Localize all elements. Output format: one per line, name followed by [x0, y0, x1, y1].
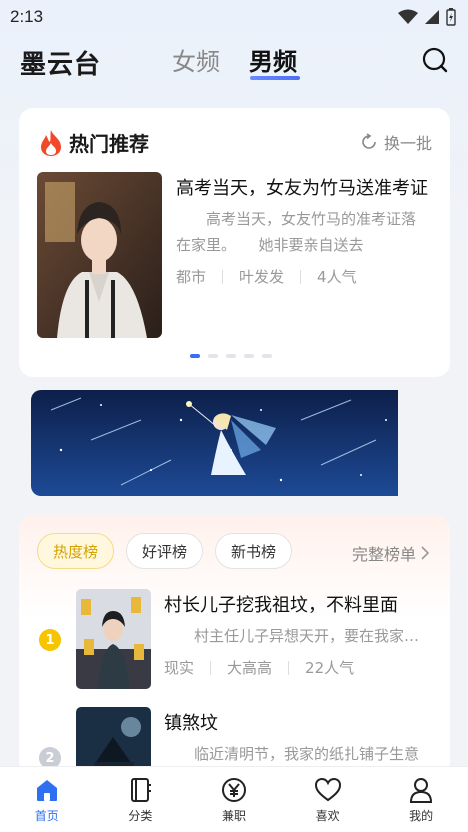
- carousel-dot: [190, 354, 200, 358]
- book-title[interactable]: 村长儿子挖我祖坟，不料里面: [164, 591, 426, 617]
- book-genre: 都市: [176, 268, 207, 286]
- ranking-item[interactable]: 1 村长儿子挖我祖坟，不料里面 村主任儿子异想天开，要在我家祖坟 现实 大高高 …: [19, 587, 450, 697]
- divider: [300, 269, 302, 284]
- wifi-icon: [398, 9, 418, 24]
- carousel-dot: [244, 354, 254, 358]
- divider: [210, 660, 212, 675]
- book-description: 村主任儿子异想天开，要在我家祖坟: [194, 627, 426, 645]
- status-time: 2:13: [10, 7, 44, 26]
- carousel-dot: [262, 354, 272, 358]
- book-author: 大高高: [227, 659, 273, 677]
- signal-icon: [425, 10, 439, 24]
- yen-icon: [221, 778, 246, 802]
- tab-good-rank[interactable]: 好评榜: [126, 533, 204, 569]
- active-tab-indicator: [250, 76, 300, 80]
- full-list-label: 完整榜单: [351, 545, 416, 564]
- nav-profile[interactable]: 我的: [374, 767, 468, 832]
- app-name: 墨云台: [20, 50, 102, 80]
- rank-number: 1: [39, 629, 61, 651]
- search-icon[interactable]: [421, 46, 449, 74]
- book-title[interactable]: 镇煞坟: [164, 709, 426, 735]
- ranking-tabs: 热度榜 好评榜 新书榜: [37, 533, 293, 569]
- carousel-dot: [226, 354, 236, 358]
- promo-banner[interactable]: [31, 390, 398, 496]
- hot-recommend-card: 热门推荐 换一批 高考当天，女友为竹马送准考证 高考当天，女友竹马的准考证落在家…: [19, 108, 450, 377]
- tab-female[interactable]: 女频: [172, 42, 220, 77]
- battery-icon: [446, 8, 456, 26]
- divider: [222, 269, 224, 284]
- status-bar: 2:13: [0, 0, 468, 34]
- book-genre: 现实: [164, 659, 195, 677]
- book-popularity: 22人气: [305, 659, 355, 677]
- book-popularity: 4人气: [317, 268, 357, 286]
- refresh-label: 换一批: [383, 134, 432, 153]
- nav-label: 兼职: [221, 809, 246, 823]
- ranking-item[interactable]: 2 镇煞坟 临近清明节，我家的纸扎铺子生意: [19, 705, 450, 775]
- book-description: 高考当天，女友竹马的准考证落在家里。 她非要亲自送去: [176, 210, 417, 254]
- refresh-icon: [362, 133, 376, 149]
- book-meta: 都市 叶发发 4人气: [176, 266, 357, 287]
- nav-label: 分类: [128, 809, 153, 823]
- tab-hot-rank[interactable]: 热度榜: [37, 533, 115, 569]
- carousel-indicator: [190, 354, 272, 358]
- heart-icon: [314, 777, 341, 802]
- home-icon: [36, 780, 57, 801]
- nav-category[interactable]: 分类: [94, 767, 188, 832]
- book-cover[interactable]: [37, 172, 162, 338]
- nav-label: 喜欢: [315, 809, 340, 823]
- ranking-card: 热度榜 好评榜 新书榜 完整榜单 1 村长儿子挖我祖坟，不料里面 村主任儿子异想…: [19, 515, 450, 775]
- refresh-button[interactable]: 换一批: [360, 130, 432, 154]
- user-icon: [410, 778, 433, 803]
- book-description: 临近清明节，我家的纸扎铺子生意: [194, 745, 420, 763]
- book-author: 叶发发: [239, 268, 285, 286]
- book-title[interactable]: 高考当天，女友为竹马送准考证: [176, 174, 434, 200]
- nav-parttime[interactable]: 兼职: [187, 767, 281, 832]
- carousel-dot: [208, 354, 218, 358]
- nav-favorites[interactable]: 喜欢: [281, 767, 375, 832]
- tab-new-rank[interactable]: 新书榜: [215, 533, 293, 569]
- book-cover[interactable]: [76, 707, 151, 775]
- bottom-nav: 首页 分类 兼职 喜欢 我的: [0, 766, 468, 832]
- tab-male[interactable]: 男频: [249, 42, 297, 77]
- nav-label: 首页: [34, 809, 59, 823]
- divider: [288, 660, 290, 675]
- hot-title-row: 热门推荐: [39, 128, 149, 157]
- status-icons: [398, 8, 456, 26]
- book-icon: [131, 778, 152, 802]
- hot-title: 热门推荐: [69, 132, 149, 156]
- top-header: 墨云台 女频 男频: [0, 38, 468, 88]
- full-list-link[interactable]: 完整榜单: [352, 541, 430, 565]
- book-cover[interactable]: [76, 589, 151, 689]
- nav-home[interactable]: 首页: [0, 767, 94, 832]
- fire-icon: [41, 129, 61, 156]
- nav-label: 我的: [409, 809, 434, 823]
- book-meta: 现实 大高高 22人气: [164, 657, 354, 678]
- chevron-right-icon: [421, 546, 430, 560]
